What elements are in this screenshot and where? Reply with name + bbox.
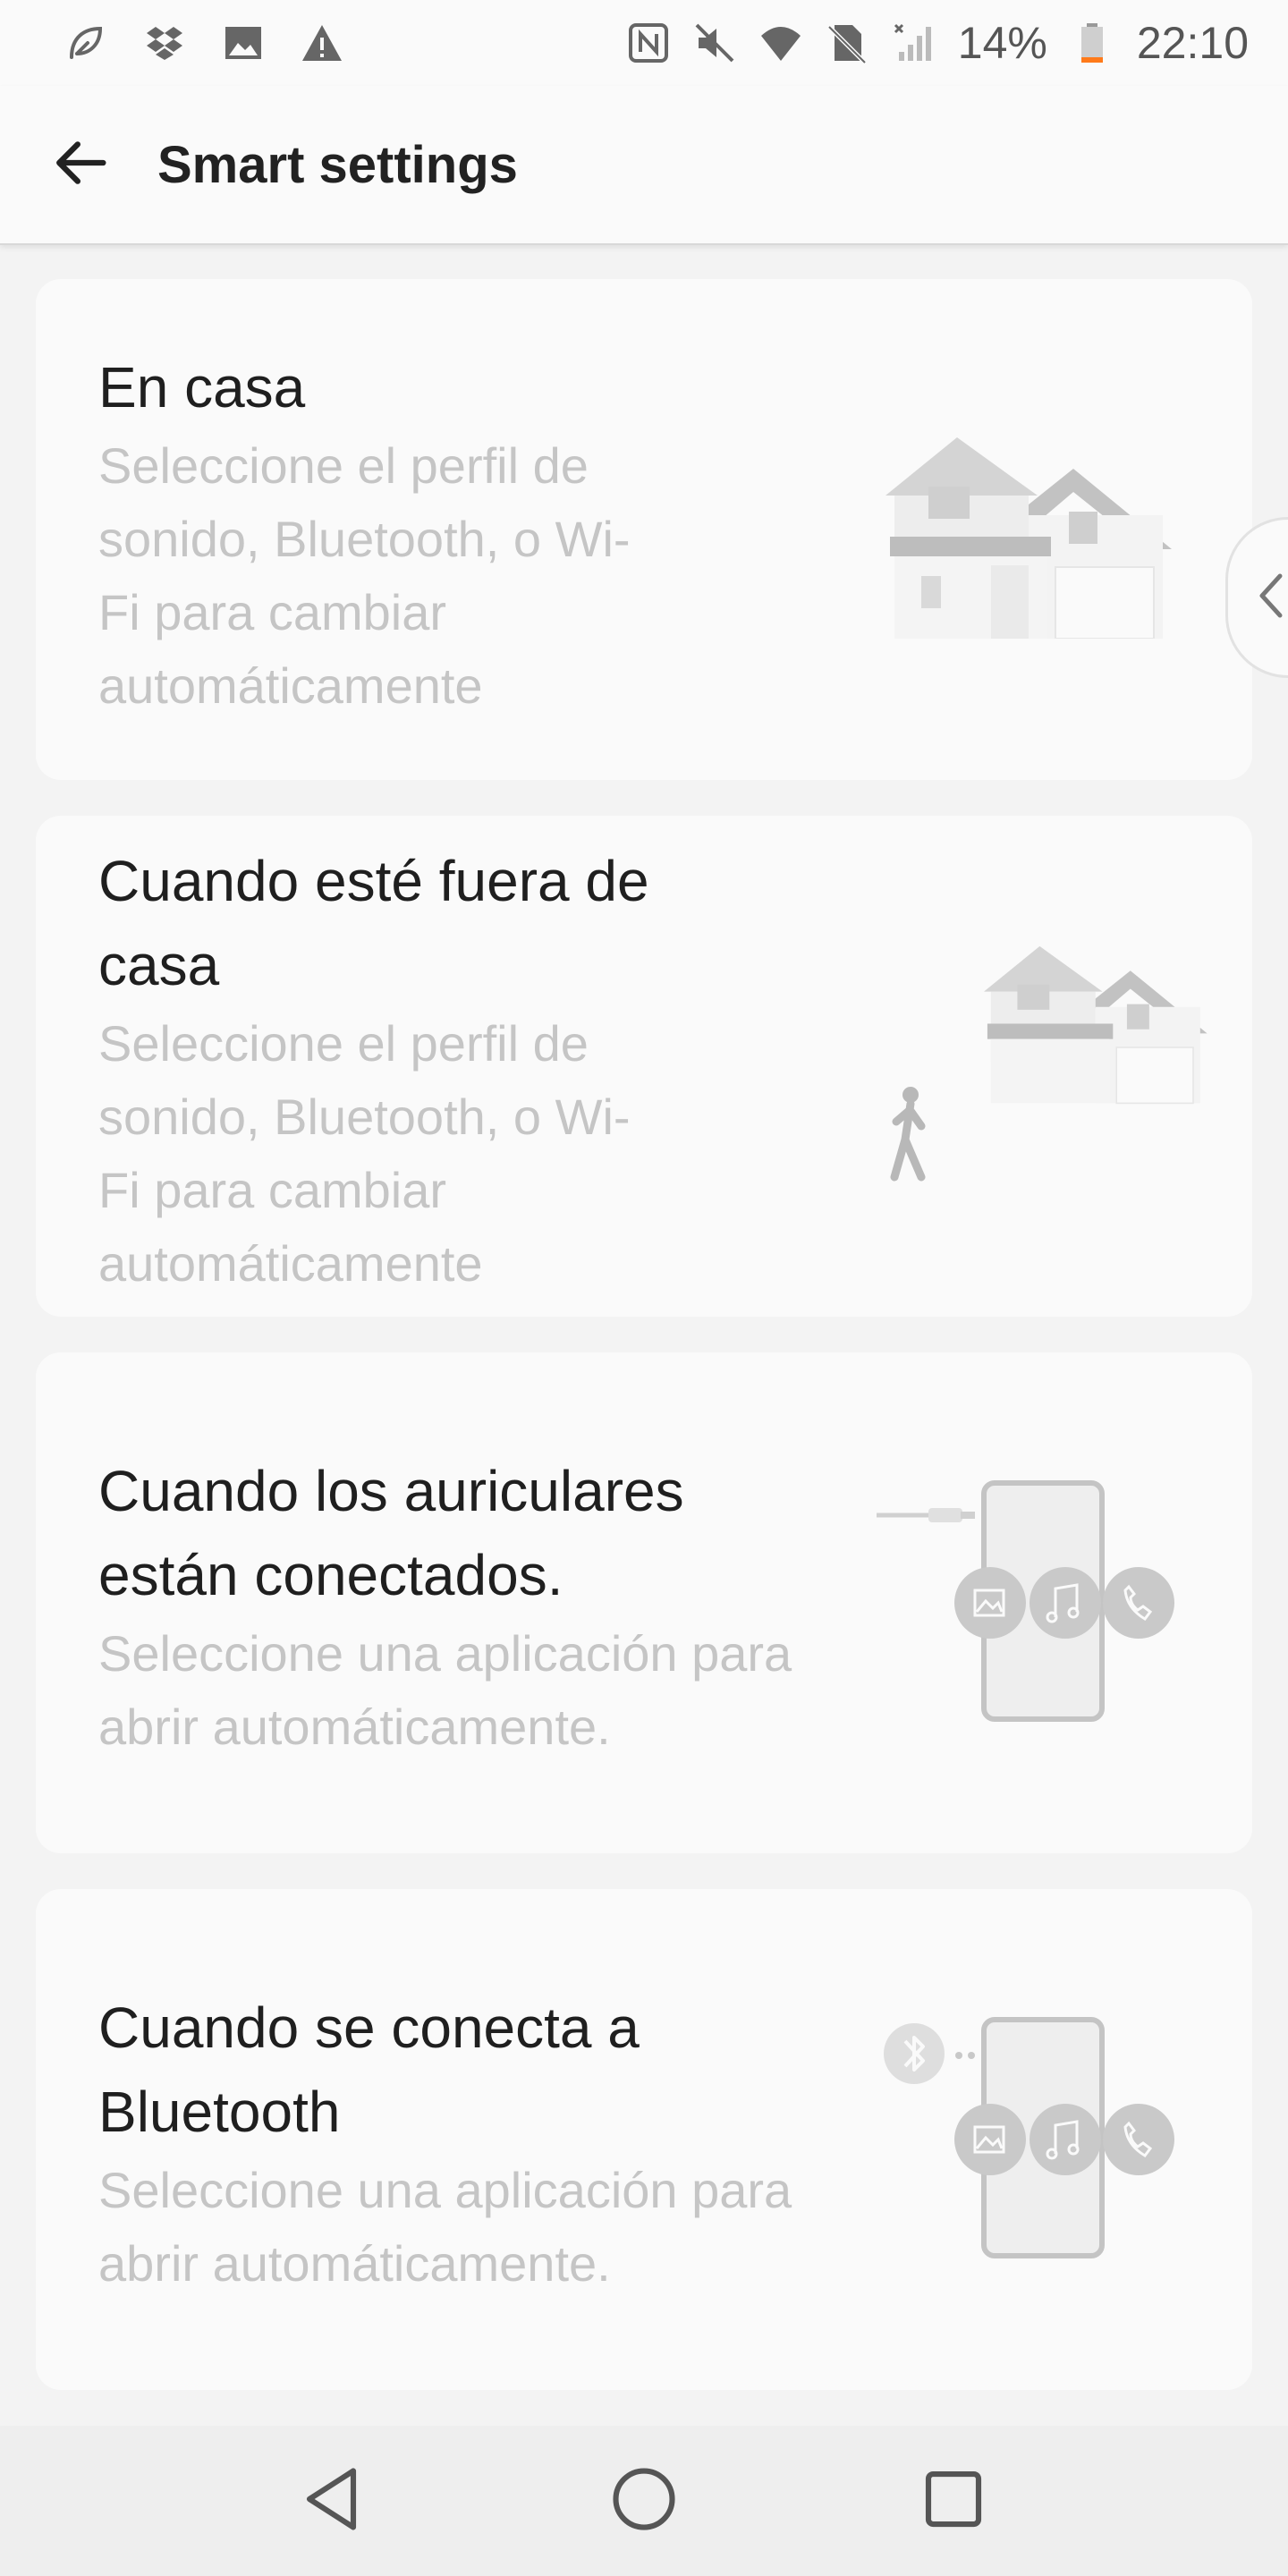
card-text: Cuando se conecta a Bluetooth Seleccione… — [98, 1986, 814, 2301]
house-icon — [886, 433, 1181, 643]
recents-square-icon — [916, 2462, 991, 2541]
page-title: Smart settings — [157, 135, 518, 194]
card-away-from-home[interactable]: Cuando esté fuera de casa Seleccione el … — [36, 816, 1252, 1317]
card-title: Cuando se conecta a Bluetooth — [98, 1996, 640, 2144]
card-description: Seleccione una aplicación para abrir aut… — [98, 1625, 792, 1755]
status-bar-left — [64, 21, 343, 64]
house-walking-person-icon — [877, 943, 1216, 1216]
nav-back-button[interactable] — [292, 2458, 377, 2544]
nfc-icon — [627, 21, 670, 64]
warning-icon — [301, 21, 343, 64]
no-sim-icon — [826, 21, 869, 64]
status-bar-right: 14% 22:10 — [627, 17, 1249, 69]
card-earphones-connected[interactable]: Cuando los auriculares están conectados.… — [36, 1352, 1252, 1853]
mute-icon — [693, 21, 736, 64]
card-title: En casa — [98, 355, 306, 419]
card-text: Cuando los auriculares están conectados.… — [98, 1449, 814, 1764]
card-description: Seleccione el perfil de sonido, Bluetoot… — [98, 1015, 631, 1292]
clock: 22:10 — [1136, 18, 1249, 68]
signal-icon — [892, 21, 935, 64]
phone-bluetooth-apps-icon — [877, 2014, 1234, 2278]
card-at-home[interactable]: En casa Seleccione el perfil de sonido, … — [36, 279, 1252, 780]
card-title: Cuando los auriculares están conectados. — [98, 1459, 684, 1607]
arrow-back-icon — [47, 129, 114, 201]
status-bar: 14% 22:10 — [0, 0, 1288, 86]
wifi-icon — [759, 21, 802, 64]
leaf-icon — [64, 21, 107, 64]
card-description: Seleccione el perfil de sonido, Bluetoot… — [98, 437, 631, 714]
card-bluetooth-connected[interactable]: Cuando se conecta a Bluetooth Seleccione… — [36, 1889, 1252, 2390]
chevron-left-icon — [1253, 569, 1288, 627]
home-circle-icon — [606, 2462, 682, 2541]
battery-icon — [1071, 21, 1114, 64]
battery-percent: 14% — [957, 18, 1047, 68]
card-text: En casa Seleccione el perfil de sonido, … — [98, 345, 671, 723]
card-description: Seleccione una aplicación para abrir aut… — [98, 2162, 792, 2292]
back-button[interactable] — [38, 122, 123, 208]
phone-earphone-apps-icon — [877, 1478, 1234, 1741]
navigation-bar — [0, 2426, 1288, 2576]
nav-recents-button[interactable] — [911, 2458, 996, 2544]
dropbox-icon — [143, 21, 186, 64]
back-triangle-icon — [297, 2462, 372, 2541]
app-bar: Smart settings — [0, 86, 1288, 245]
image-icon — [222, 21, 265, 64]
screen: 14% 22:10 Smart settings En casa Selecci… — [0, 0, 1288, 2576]
nav-home-button[interactable] — [601, 2458, 687, 2544]
card-title: Cuando esté fuera de casa — [98, 849, 649, 997]
card-text: Cuando esté fuera de casa Seleccione el … — [98, 839, 760, 1301]
